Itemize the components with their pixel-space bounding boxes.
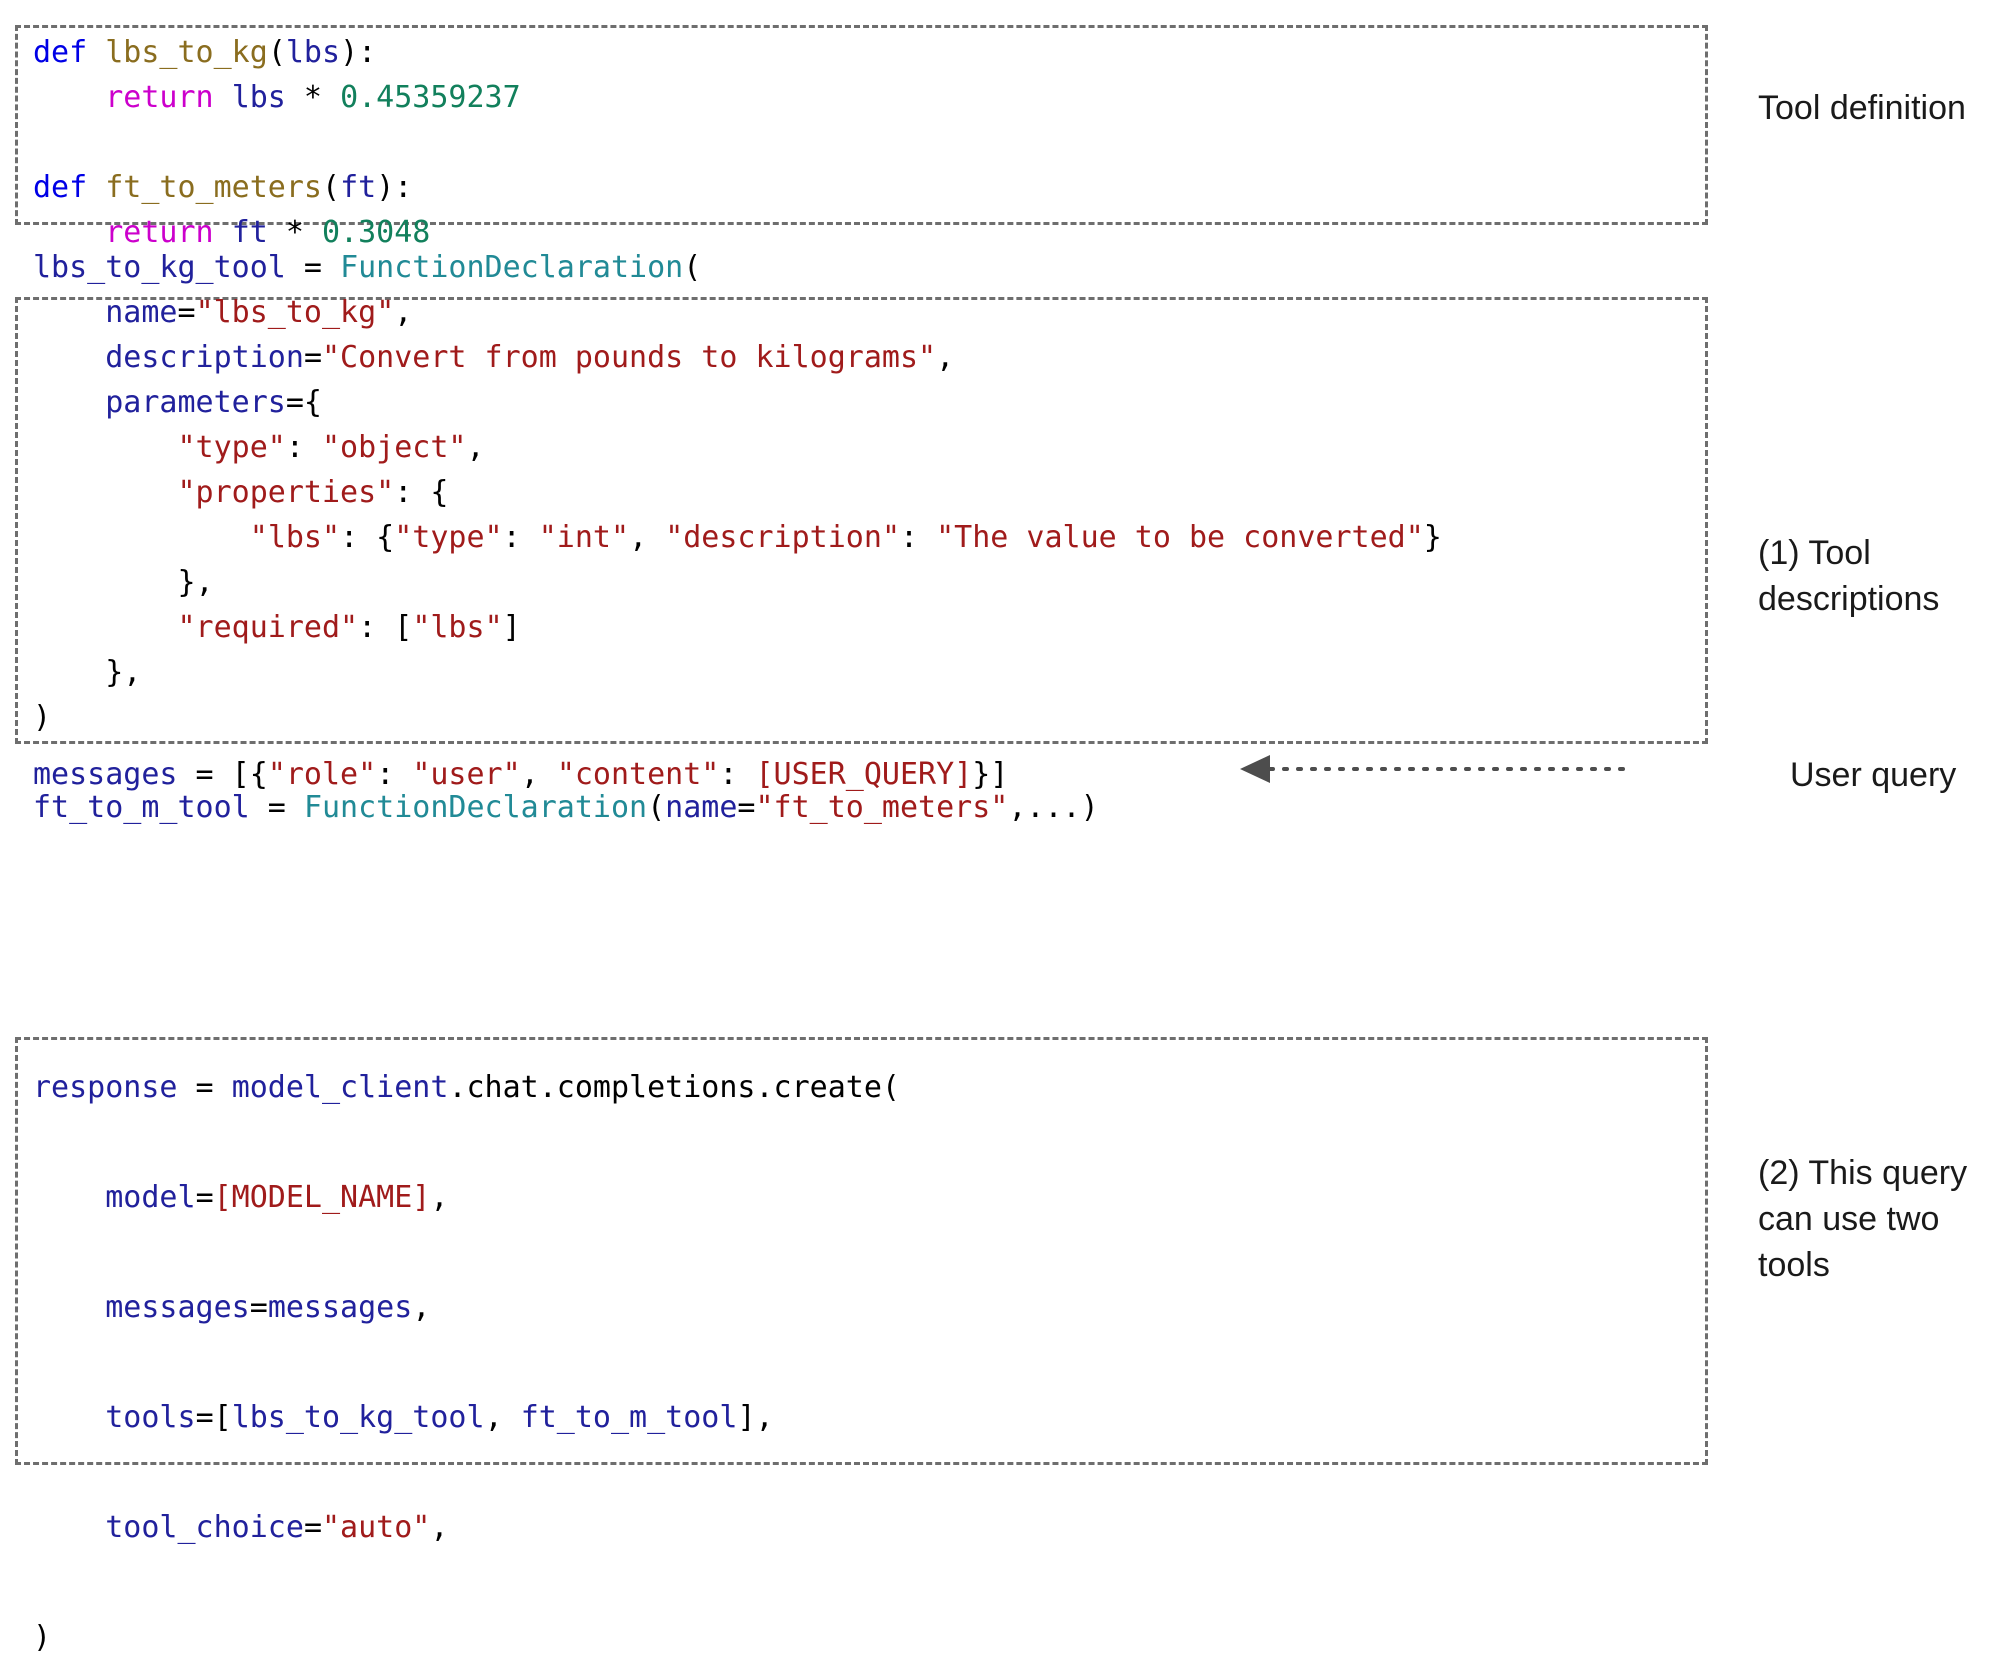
annotation-tool-definition: Tool definition	[1758, 89, 1966, 127]
token-model-client: model_client	[231, 1070, 449, 1105]
token-response-var: response	[33, 1070, 178, 1105]
token-ft-to-m-tool-ref: ft_to_m_tool	[520, 1400, 738, 1435]
token-messages-value: messages	[267, 1290, 413, 1325]
token-convert-description: "Convert from pounds to kilograms"	[322, 340, 937, 375]
token-model-kwarg: model	[105, 1180, 196, 1215]
token-messages-var: messages	[33, 757, 178, 792]
token-lbs-param: lbs	[285, 35, 341, 70]
token-lbs-to-kg-string: "lbs_to_kg"	[195, 295, 395, 330]
token-def-keyword-2: def	[33, 170, 88, 205]
token-user-value: "user"	[412, 757, 521, 792]
token-description-kwarg: description	[105, 340, 304, 375]
token-role-key: "role"	[267, 757, 377, 792]
user-query-arrow-icon	[1240, 755, 1630, 783]
token-object-value: "object"	[322, 430, 467, 465]
token-required-lbs: "lbs"	[412, 610, 503, 645]
token-lbs-to-kg-name: lbs_to_kg	[105, 35, 268, 70]
token-user-query-placeholder: [USER_QUERY]	[755, 757, 973, 792]
token-lbs-to-kg-tool: lbs_to_kg_tool	[33, 250, 286, 285]
token-parameters-kwarg: parameters	[105, 385, 286, 420]
token-content-key: "content"	[556, 757, 720, 792]
token-def-keyword: def	[33, 35, 88, 70]
annotation-tool-descriptions: (1) Tool descriptions	[1758, 534, 1940, 618]
token-name-kwarg: name	[105, 295, 178, 330]
token-chat-completions-create: .chat.completions.create(	[448, 1070, 900, 1105]
token-tool-choice-kwarg: tool_choice	[105, 1510, 304, 1545]
token-function-declaration: FunctionDeclaration	[340, 250, 684, 285]
token-auto-value: "auto"	[322, 1510, 431, 1545]
tool-definition-code: def lbs_to_kg(lbs): return lbs * 0.45359…	[33, 35, 521, 250]
token-lbs-var: lbs	[231, 80, 286, 115]
token-properties-key: "properties"	[177, 475, 395, 510]
token-type-key-2: "type"	[394, 520, 503, 555]
token-kg-factor: 0.45359237	[340, 80, 521, 115]
annotation-api-call: (2) This query can use two tools	[1758, 1154, 1968, 1284]
annotation-user-query: User query	[1790, 756, 1957, 794]
token-messages-kwarg: messages	[105, 1290, 250, 1325]
api-call-code: response = model_client.chat.completions…	[33, 1070, 900, 1655]
token-tools-kwarg: tools	[105, 1400, 196, 1435]
messages-code-line: messages = [{"role": "user", "content": …	[33, 757, 1009, 792]
token-lbs-key: "lbs"	[249, 520, 341, 555]
token-model-name-placeholder: [MODEL_NAME]	[213, 1180, 431, 1215]
token-converted-description: "The value to be converted"	[936, 520, 1424, 555]
token-description-key: "description"	[665, 520, 900, 555]
token-int-value: "int"	[538, 520, 630, 555]
tool-descriptions-code: lbs_to_kg_tool = FunctionDeclaration( na…	[33, 250, 1442, 825]
token-required-key: "required"	[177, 610, 359, 645]
token-return-keyword: return	[105, 80, 214, 115]
token-ft-param: ft	[340, 170, 377, 205]
token-lbs-to-kg-tool-ref: lbs_to_kg_tool	[231, 1400, 485, 1435]
token-ft-to-meters-name: ft_to_meters	[105, 170, 322, 205]
token-type-key: "type"	[177, 430, 286, 465]
